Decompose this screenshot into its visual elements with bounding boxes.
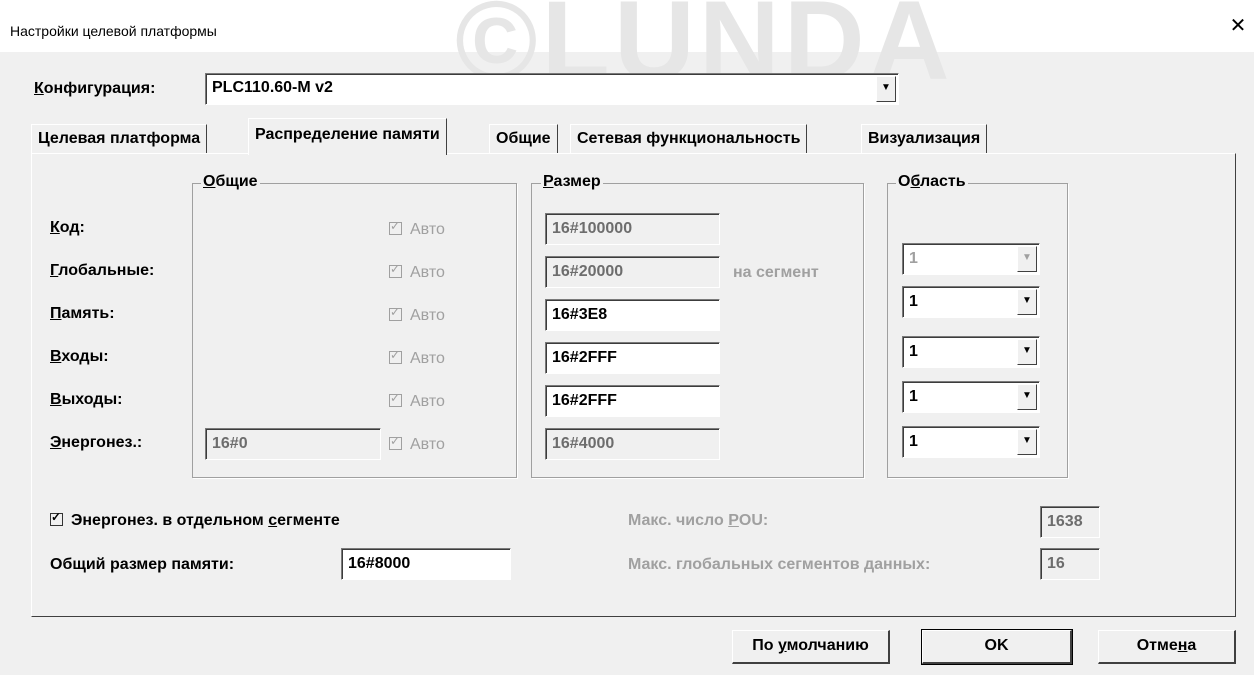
config-value: PLC110.60-M v2 xyxy=(212,79,333,96)
config-label: Конфигурация: xyxy=(34,80,156,97)
tab-visualization[interactable]: Визуализация xyxy=(861,124,988,153)
size-field-inputs[interactable]: 16#2FFF xyxy=(545,342,720,374)
max-global-field: 16 xyxy=(1040,548,1100,580)
tab-target-platform[interactable]: Целевая платформа xyxy=(31,124,208,153)
close-icon[interactable]: ✕ xyxy=(1228,16,1248,36)
ok-button[interactable]: OK xyxy=(921,629,1073,665)
total-memory-field[interactable]: 16#8000 xyxy=(341,548,511,580)
max-global-label: Макс. глобальных сегментов данных: xyxy=(628,556,931,573)
row-label-retain: Энергонез.: xyxy=(50,434,143,451)
row-label-inputs: Входы: xyxy=(50,348,109,365)
per-segment-label: на сегмент xyxy=(733,264,819,281)
auto-checkbox-globals: Авто xyxy=(389,262,445,282)
cancel-button[interactable]: Отмена xyxy=(1098,630,1236,664)
total-memory-label: Общий размер памяти: xyxy=(50,556,235,573)
row-label-globals: Глобальные: xyxy=(50,262,155,279)
size-field-memory[interactable]: 16#3E8 xyxy=(545,299,720,331)
separate-segment-checkbox[interactable]: Энергонез. в отдельном сегменте xyxy=(50,510,340,530)
size-field-code: 16#100000 xyxy=(545,213,720,245)
chevron-down-icon[interactable]: ▼ xyxy=(1017,384,1037,410)
config-select[interactable]: PLC110.60-M v2 ▼ xyxy=(205,73,899,105)
chevron-down-icon[interactable]: ▼ xyxy=(1017,339,1037,365)
group-size-label: Размер xyxy=(541,173,603,191)
chevron-down-icon[interactable]: ▼ xyxy=(1017,289,1037,315)
group-general-label: Общие xyxy=(201,173,260,191)
default-button[interactable]: По умолчанию xyxy=(732,630,890,664)
retain-general-field: 16#0 xyxy=(205,428,381,460)
auto-checkbox-inputs: Авто xyxy=(389,348,445,368)
auto-checkbox-code: Авто xyxy=(389,219,445,239)
auto-checkbox-memory: Авто xyxy=(389,305,445,325)
chevron-down-icon[interactable]: ▼ xyxy=(1017,429,1037,455)
size-field-globals: 16#20000 xyxy=(545,256,720,288)
checkbox-icon xyxy=(389,391,402,407)
area-select-memory[interactable]: 1 ▼ xyxy=(902,286,1040,318)
row-label-code: Код: xyxy=(50,219,85,236)
max-pou-field: 1638 xyxy=(1040,506,1100,538)
tab-general[interactable]: Общие xyxy=(489,124,558,153)
area-select-globals: 1 ▼ xyxy=(902,243,1040,275)
max-pou-label: Макс. число POU: xyxy=(628,512,769,529)
row-label-memory: Память: xyxy=(50,305,115,322)
checkbox-icon[interactable] xyxy=(50,510,63,526)
area-select-inputs[interactable]: 1 ▼ xyxy=(902,336,1040,368)
checkbox-icon xyxy=(389,219,402,235)
checkbox-icon xyxy=(389,305,402,321)
row-label-outputs: Выходы: xyxy=(50,391,123,408)
window-title: Настройки целевой платформы xyxy=(10,23,217,39)
tab-memory-layout[interactable]: Распределение памяти xyxy=(248,118,447,155)
checkbox-icon xyxy=(389,262,402,278)
size-field-retain: 16#4000 xyxy=(545,428,720,460)
group-area-label: Область xyxy=(896,173,968,191)
area-select-retain[interactable]: 1 ▼ xyxy=(902,426,1040,458)
auto-checkbox-retain: Авто xyxy=(389,434,445,454)
chevron-down-icon[interactable]: ▼ xyxy=(876,76,896,102)
chevron-down-icon: ▼ xyxy=(1017,246,1037,272)
auto-checkbox-outputs: Авто xyxy=(389,391,445,411)
size-field-outputs[interactable]: 16#2FFF xyxy=(545,385,720,417)
tab-network[interactable]: Сетевая функциональность xyxy=(570,124,808,153)
checkbox-icon xyxy=(389,434,402,450)
area-select-outputs[interactable]: 1 ▼ xyxy=(902,381,1040,413)
checkbox-icon xyxy=(389,348,402,364)
